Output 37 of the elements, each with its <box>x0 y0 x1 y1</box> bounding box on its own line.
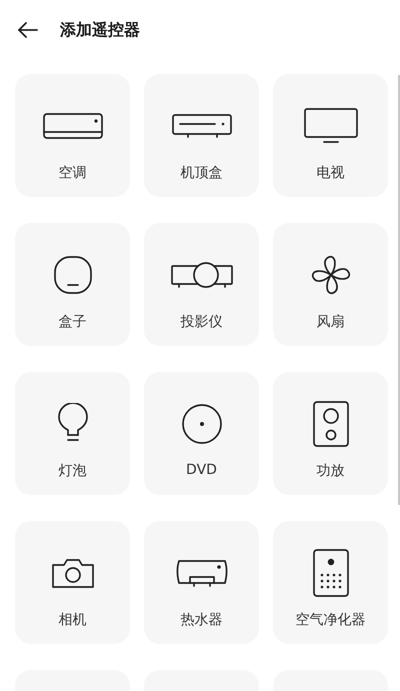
rounded-square-icon <box>52 255 92 295</box>
device-card[interactable]: 功放 <box>273 372 388 495</box>
fan-icon <box>310 254 352 296</box>
camera-icon <box>50 557 94 589</box>
device-card[interactable]: DVD <box>144 372 259 495</box>
speaker-icon <box>312 400 350 448</box>
device-label: 热水器 <box>180 611 222 629</box>
tv-icon <box>304 108 358 144</box>
device-card[interactable]: 空气净化器 <box>273 521 388 644</box>
device-label: 空气净化器 <box>296 611 366 629</box>
device-label: 相机 <box>58 611 86 629</box>
device-card[interactable]: 电视 <box>273 74 388 197</box>
back-arrow-icon[interactable] <box>18 22 38 38</box>
device-card[interactable]: 投影仪 <box>144 223 259 346</box>
page-title: 添加遥控器 <box>60 20 140 40</box>
water-heater-icon <box>176 557 228 589</box>
device-card[interactable]: 相机 <box>15 521 130 644</box>
device-card[interactable]: 盒子 <box>15 223 130 346</box>
device-label: 空调 <box>58 164 86 182</box>
device-label: 功放 <box>316 462 344 480</box>
device-label: DVD <box>186 462 217 478</box>
device-card[interactable]: 空调 <box>15 74 130 197</box>
device-card[interactable]: 热水器 <box>144 521 259 644</box>
device-label: 盒子 <box>58 313 86 331</box>
device-label: 机顶盒 <box>180 164 222 182</box>
device-card[interactable]: 机顶盒 <box>144 74 259 197</box>
device-card[interactable]: 灯泡 <box>15 372 130 495</box>
air-purifier-icon <box>312 548 350 598</box>
air-conditioner-icon <box>42 112 102 140</box>
device-label: 灯泡 <box>58 462 86 480</box>
disc-icon <box>180 403 222 445</box>
device-card[interactable]: 风扇 <box>273 223 388 346</box>
set-top-box-icon <box>172 113 232 139</box>
device-label: 风扇 <box>316 313 344 331</box>
device-label: 电视 <box>316 164 344 182</box>
projector-icon <box>170 260 232 290</box>
device-label: 投影仪 <box>180 313 222 331</box>
